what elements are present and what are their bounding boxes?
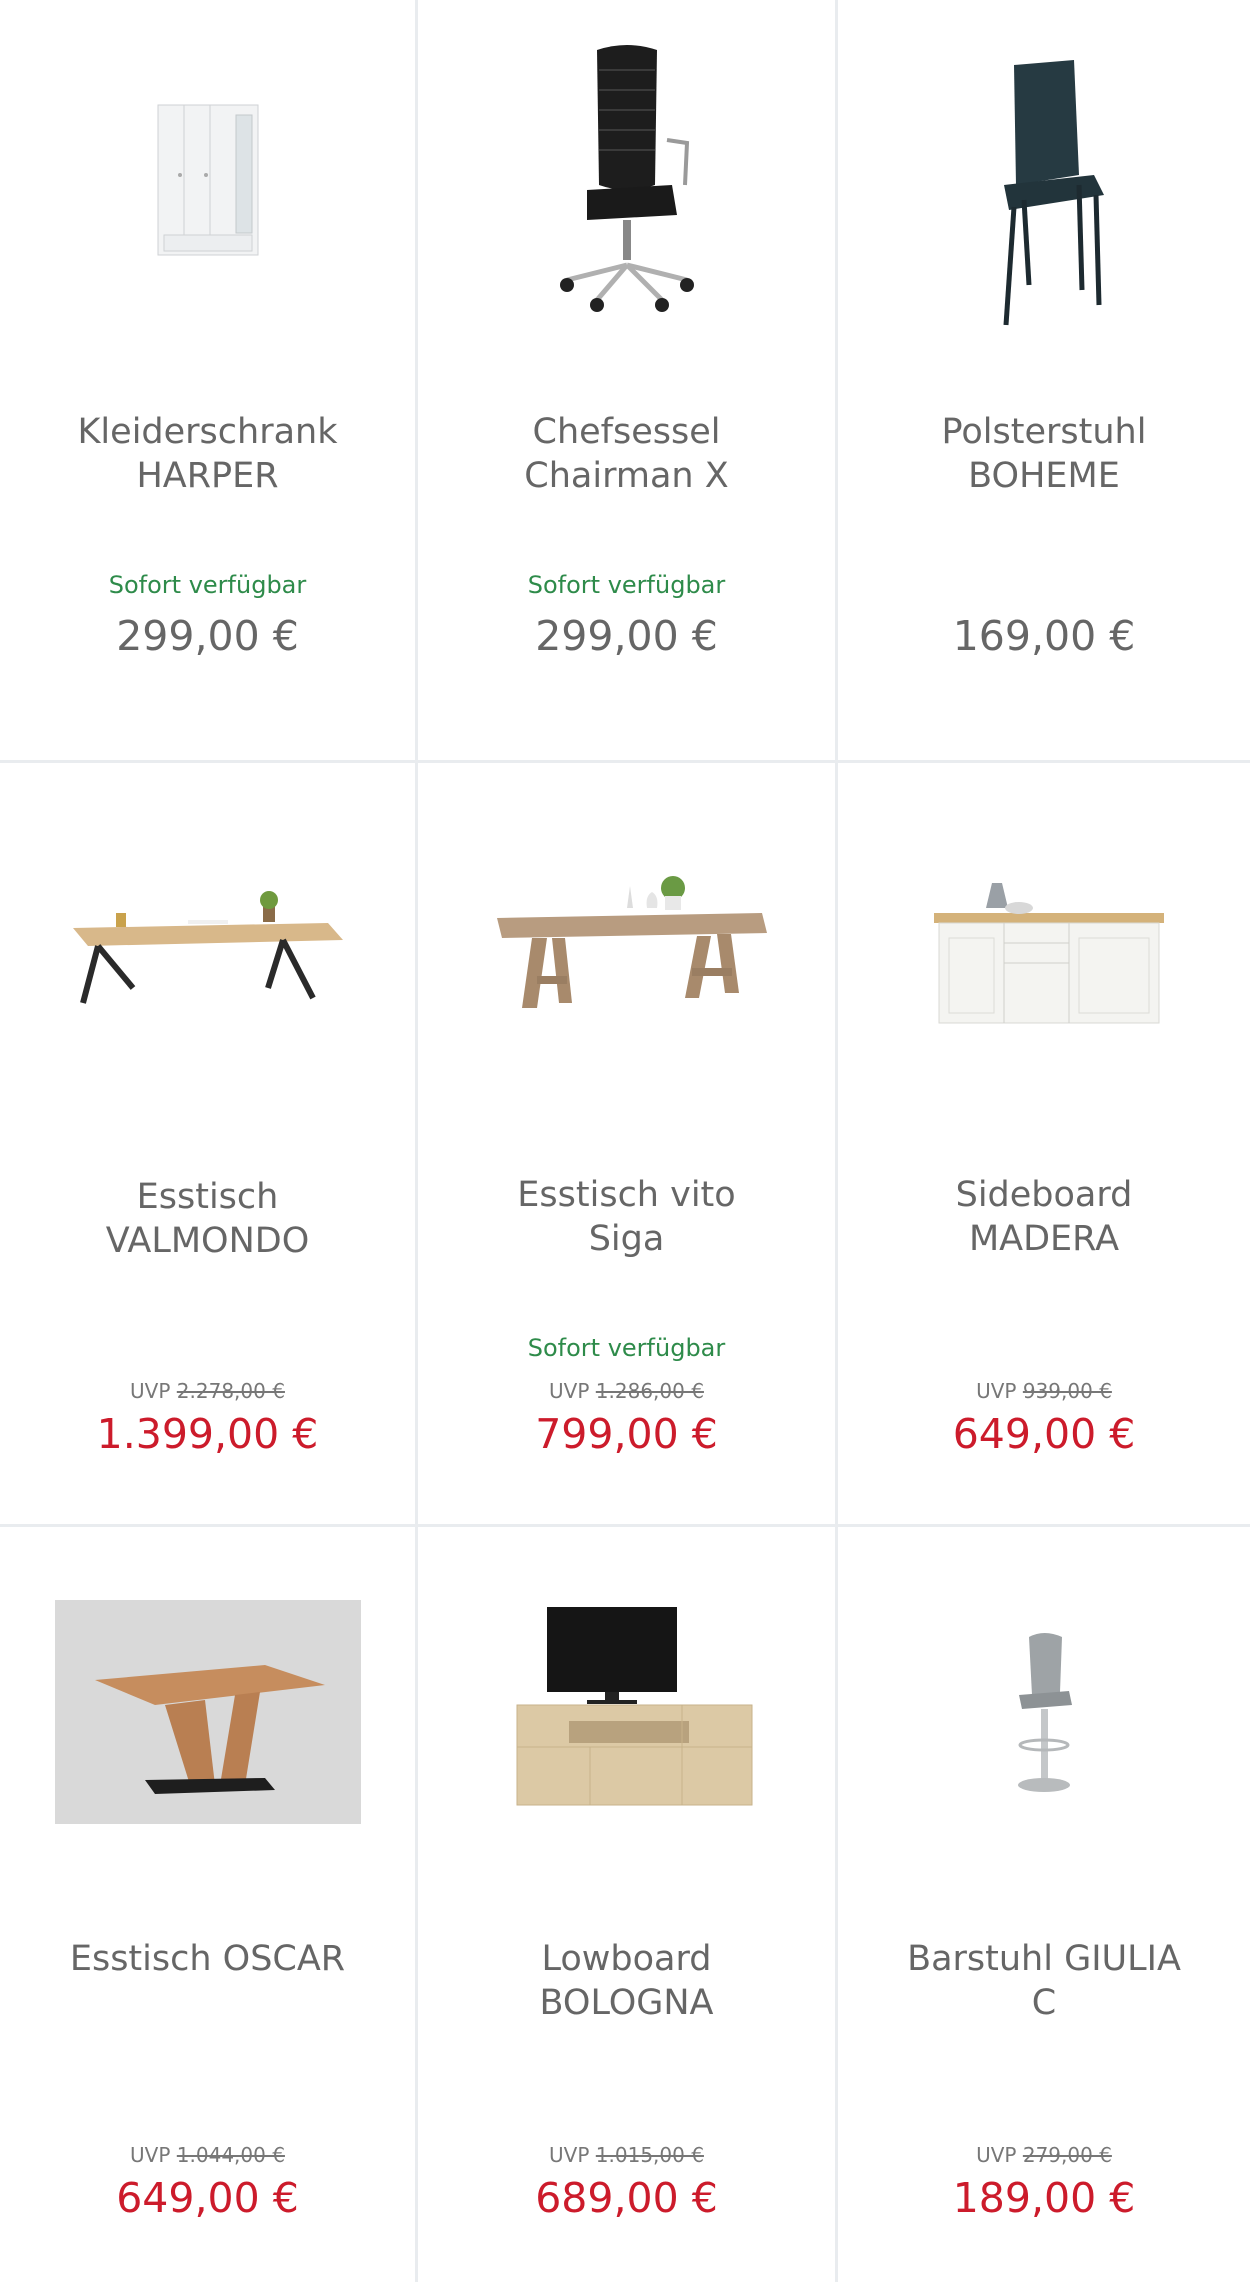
product-grid: Kleiderschrank HARPER Sofort verfügbar 29… bbox=[0, 0, 1250, 2282]
sale-price: 1.399,00 € bbox=[96, 1410, 319, 1458]
uvp-price: UVP 2.278,00 € bbox=[0, 1378, 415, 1404]
product-title[interactable]: Chefsessel Chairman X bbox=[438, 410, 815, 498]
uvp-label: UVP bbox=[130, 2143, 171, 2167]
uvp-label: UVP bbox=[549, 1379, 590, 1403]
uvp-value: 2.278,00 € bbox=[176, 1379, 285, 1403]
title-line: MADERA bbox=[968, 1219, 1120, 1259]
title-line: Chefsessel bbox=[532, 412, 721, 452]
title-line: Kleiderschrank bbox=[77, 412, 338, 452]
wardrobe-image[interactable] bbox=[0, 20, 415, 350]
product-title[interactable]: Lowboard BOLOGNA bbox=[438, 1937, 815, 2025]
uvp-label: UVP bbox=[976, 1379, 1017, 1403]
uvp-value: 1.286,00 € bbox=[595, 1379, 704, 1403]
sale-price: 189,00 € bbox=[952, 2174, 1136, 2222]
product-title[interactable]: Esstisch VALMONDO bbox=[20, 1175, 395, 1263]
title-line: Esstisch bbox=[136, 1177, 279, 1217]
sideboard-image[interactable] bbox=[838, 783, 1250, 1113]
uvp-value: 939,00 € bbox=[1022, 1379, 1112, 1403]
title-line: BOHEME bbox=[968, 456, 1120, 496]
uvp-label: UVP bbox=[130, 1379, 171, 1403]
title-line: Lowboard bbox=[541, 1939, 712, 1979]
title-line: Chairman X bbox=[524, 456, 729, 496]
title-line: Polsterstuhl bbox=[941, 412, 1147, 452]
uvp-price: UVP 939,00 € bbox=[838, 1378, 1250, 1404]
product-title[interactable]: Barstuhl GIULIA C bbox=[858, 1937, 1230, 2025]
sale-price: 649,00 € bbox=[952, 1410, 1136, 1458]
title-line: VALMONDO bbox=[105, 1221, 310, 1261]
product-title[interactable]: Kleiderschrank HARPER bbox=[20, 410, 395, 498]
sale-price: 649,00 € bbox=[116, 2174, 299, 2222]
product-card[interactable]: Esstisch VALMONDO UVP 2.278,00 € 1.399,00… bbox=[0, 763, 418, 1527]
uvp-price: UVP 1.015,00 € bbox=[418, 2142, 835, 2168]
uvp-price: UVP 1.286,00 € bbox=[418, 1378, 835, 1404]
wooden-table-image[interactable] bbox=[418, 783, 835, 1113]
product-card[interactable]: Kleiderschrank HARPER Sofort verfügbar 29… bbox=[0, 0, 418, 763]
uvp-label: UVP bbox=[976, 2143, 1017, 2167]
title-line: Barstuhl GIULIA bbox=[907, 1939, 1181, 1979]
product-card[interactable]: Barstuhl GIULIA C UVP 279,00 € 189,00 € bbox=[838, 1527, 1250, 2282]
title-line: Siga bbox=[588, 1219, 665, 1259]
product-title[interactable]: Esstisch vito Siga bbox=[438, 1173, 815, 1261]
barstool-image[interactable] bbox=[838, 1547, 1250, 1877]
title-line: Sideboard bbox=[955, 1175, 1133, 1215]
price: 169,00 € bbox=[952, 612, 1136, 660]
stock-status: Sofort verfügbar bbox=[108, 571, 307, 599]
sale-price: 799,00 € bbox=[535, 1410, 718, 1458]
product-title[interactable]: Sideboard MADERA bbox=[858, 1173, 1230, 1261]
product-title[interactable]: Polsterstuhl BOHEME bbox=[858, 410, 1230, 498]
dining-chair-image[interactable] bbox=[838, 20, 1250, 350]
table-oscar-image[interactable] bbox=[0, 1547, 415, 1877]
product-card[interactable]: Chefsessel Chairman X Sofort verfügbar 29… bbox=[418, 0, 838, 763]
title-line: Esstisch vito bbox=[517, 1175, 736, 1215]
uvp-price: UVP 279,00 € bbox=[838, 2142, 1250, 2168]
product-card[interactable]: Esstisch OSCAR UVP 1.044,00 € 649,00 € bbox=[0, 1527, 418, 2282]
stock-status: Sofort verfügbar bbox=[527, 1334, 726, 1362]
product-card[interactable]: Lowboard BOLOGNA UVP 1.015,00 € 689,00 € bbox=[418, 1527, 838, 2282]
price: 299,00 € bbox=[116, 612, 299, 660]
uvp-value: 1.044,00 € bbox=[176, 2143, 285, 2167]
sale-price: 689,00 € bbox=[535, 2174, 718, 2222]
product-card[interactable]: Polsterstuhl BOHEME 169,00 € bbox=[838, 0, 1250, 763]
product-card[interactable]: Esstisch vito Siga Sofort verfügbar UVP 1… bbox=[418, 763, 838, 1527]
title-line: C bbox=[1031, 1983, 1057, 2023]
title-line: BOLOGNA bbox=[539, 1983, 714, 2023]
title-line: HARPER bbox=[136, 456, 279, 496]
office-chair-image[interactable] bbox=[418, 20, 835, 350]
price: 299,00 € bbox=[535, 612, 718, 660]
lowboard-image[interactable] bbox=[418, 1547, 835, 1877]
title-line: Esstisch OSCAR bbox=[69, 1939, 346, 1979]
uvp-value: 279,00 € bbox=[1022, 2143, 1112, 2167]
uvp-price: UVP 1.044,00 € bbox=[0, 2142, 415, 2168]
product-card[interactable]: Sideboard MADERA UVP 939,00 € 649,00 € bbox=[838, 763, 1250, 1527]
uvp-label: UVP bbox=[549, 2143, 590, 2167]
dining-table-image[interactable] bbox=[0, 783, 415, 1113]
uvp-value: 1.015,00 € bbox=[595, 2143, 704, 2167]
product-title[interactable]: Esstisch OSCAR bbox=[20, 1937, 395, 1981]
stock-status: Sofort verfügbar bbox=[527, 571, 726, 599]
